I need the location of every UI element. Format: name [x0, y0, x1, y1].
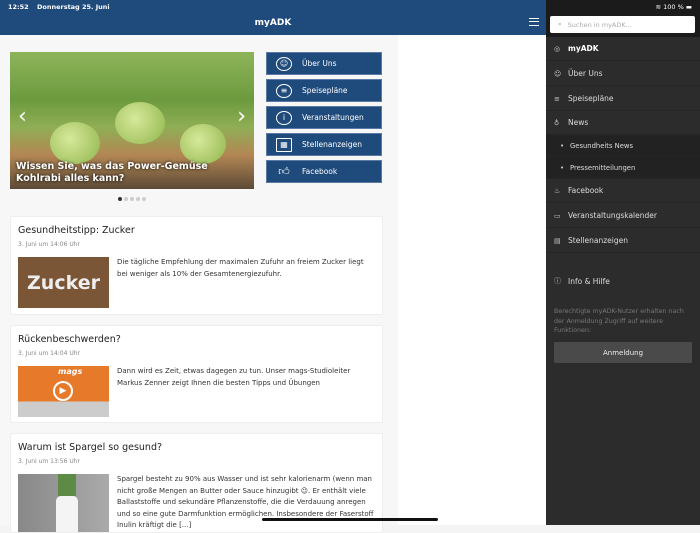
burger-icon: ≡ [554, 94, 560, 103]
lightbulb-icon: ♁ [554, 118, 560, 127]
carousel-dot[interactable] [130, 197, 134, 201]
sidebar-item-label: Speisepläne [568, 94, 614, 103]
sidebar-item-label: Über Uns [568, 69, 603, 78]
quick-link-label: Speisepläne [302, 86, 348, 95]
bullet-icon: • [560, 163, 565, 172]
carousel-next-icon[interactable]: › [237, 104, 246, 129]
sidebar-item-label: Gesundheits News [570, 141, 634, 150]
status-bar: 12:52 Donnerstag 25. Juni [8, 3, 116, 11]
sidebar-item-facebook[interactable]: ♨ Facebook [546, 179, 700, 203]
menu-icon[interactable] [529, 18, 539, 26]
battery-text: 100 % [663, 3, 684, 11]
news-title[interactable]: Warum ist Spargel so gesund? [18, 442, 162, 453]
news-card[interactable]: Rückenbeschwerden? 3. Juni um 14:04 Uhr … [10, 325, 383, 423]
carousel-dot[interactable] [118, 197, 122, 201]
sidebar-item-label: Stellenanzeigen [568, 236, 628, 245]
quick-link-speiseplaene[interactable]: ≡ Speisepläne [266, 79, 382, 102]
battery-status: ≋ 100 % ▬ [655, 3, 692, 11]
news-excerpt: Die tägliche Empfehlung der maximalen Zu… [117, 258, 364, 278]
sidebar-item-info-hilfe[interactable]: ⓘ Info & Hilfe [546, 269, 700, 293]
login-button[interactable]: Anmeldung [554, 342, 692, 363]
news-date: 3. Juni um 14:04 Uhr [18, 350, 80, 357]
login-note: Berechtigte myADK-Nutzer erhalten nach d… [554, 308, 684, 334]
sidebar-item-label: Pressemitteilungen [570, 163, 636, 172]
news-card[interactable]: Gesundheitstipp: Zucker 3. Juni um 14:06… [10, 216, 383, 315]
search-input[interactable]: ⌕ Suchen in myADK... [550, 16, 695, 33]
quick-link-label: Veranstaltungen [302, 113, 364, 122]
carousel-dot[interactable] [142, 197, 146, 201]
sidebar-item-label: myADK [568, 44, 599, 53]
sidebar: ≋ 100 % ▬ ⌕ Suchen in myADK... ◎ myADK ☺ Üb… [546, 0, 700, 525]
sidebar-item-myadk[interactable]: ◎ myADK [546, 37, 700, 61]
sidebar-item-ueber-uns[interactable]: ☺ Über Uns [546, 62, 700, 86]
news-title[interactable]: Rückenbeschwerden? [18, 334, 121, 345]
news-date: 3. Juni um 14:06 Uhr [18, 241, 80, 248]
sidebar-item-label: News [568, 118, 589, 127]
document-icon: ▤ [554, 236, 561, 245]
news-thumbnail[interactable] [18, 474, 109, 532]
home-indicator[interactable] [262, 518, 438, 521]
carousel-dot[interactable] [124, 197, 128, 201]
people-icon: ☺ [554, 69, 562, 78]
status-date: Donnerstag 25. Juni [36, 3, 110, 11]
news-excerpt: Spargel besteht zu 90% aus Wasser und is… [117, 475, 374, 529]
sidebar-item-label: Facebook [568, 186, 604, 195]
sidebar-item-speiseplaene[interactable]: ≡ Speisepläne [546, 87, 700, 111]
sidebar-item-news[interactable]: ♁ News [546, 111, 700, 135]
calendar-icon: ▦ [276, 137, 292, 152]
main-content: ‹ › Wissen Sie, was das Power-Gemüse Koh… [0, 35, 398, 533]
news-video-thumbnail[interactable]: mags ▶ [18, 366, 109, 417]
quick-link-ueber-uns[interactable]: ☺ Über Uns [266, 52, 382, 75]
thumbs-up-icon: ♨ [554, 186, 561, 195]
quick-link-label: Facebook [302, 167, 338, 176]
status-time: 12:52 [8, 3, 29, 11]
quick-link-label: Stellenanzeigen [302, 140, 362, 149]
search-icon: ⌕ [558, 20, 562, 28]
sidebar-item-gesundheits-news[interactable]: • Gesundheits News [546, 135, 700, 157]
info-icon: ⓘ [554, 277, 561, 285]
thumbnail-text: Zucker [27, 271, 100, 294]
news-title[interactable]: Gesundheitstipp: Zucker [18, 225, 135, 236]
detail-pane [398, 35, 546, 525]
sidebar-item-label: Veranstaltungskalender [568, 211, 657, 220]
sidebar-item-label: Info & Hilfe [568, 276, 610, 286]
quick-link-veranstaltungen[interactable]: i Veranstaltungen [266, 106, 382, 129]
page-title: myADK [254, 18, 292, 28]
carousel-caption[interactable]: Wissen Sie, was das Power-Gemüse Kohlrab… [16, 161, 248, 185]
carousel-prev-icon[interactable]: ‹ [18, 104, 27, 129]
quick-link-stellenanzeigen[interactable]: ▦ Stellenanzeigen [266, 133, 382, 156]
calendar-icon: ▭ [554, 211, 561, 220]
sidebar-item-veranstaltungskalender[interactable]: ▭ Veranstaltungskalender [546, 204, 700, 228]
play-icon[interactable]: ▶ [53, 381, 73, 401]
carousel-dot[interactable] [136, 197, 140, 201]
sidebar-item-stellenanzeigen[interactable]: ▤ Stellenanzeigen [546, 229, 700, 253]
search-placeholder: Suchen in myADK... [567, 20, 632, 29]
globe-icon: ◎ [554, 44, 561, 53]
carousel[interactable]: ‹ › Wissen Sie, was das Power-Gemüse Koh… [10, 52, 254, 189]
burger-icon: ≡ [276, 83, 292, 98]
quick-link-facebook[interactable]: 👍︎ Facebook [266, 160, 382, 183]
sidebar-item-pressemitteilungen[interactable]: • Pressemitteilungen [546, 157, 700, 179]
info-icon: i [276, 110, 292, 125]
quick-link-label: Über Uns [302, 59, 337, 68]
thumbs-up-icon: 👍︎ [278, 165, 290, 178]
carousel-dots [118, 197, 146, 201]
thumbnail-text: mags [58, 367, 83, 376]
news-date: 3. Juni um 13:56 Uhr [18, 458, 80, 465]
people-icon: ☺ [276, 56, 292, 71]
news-excerpt: Dann wird es Zeit, etwas dagegen zu tun.… [117, 367, 351, 387]
app-header: 12:52 Donnerstag 25. Juni myADK [0, 0, 546, 35]
news-thumbnail[interactable]: Zucker [18, 257, 109, 308]
bullet-icon: • [560, 141, 565, 150]
